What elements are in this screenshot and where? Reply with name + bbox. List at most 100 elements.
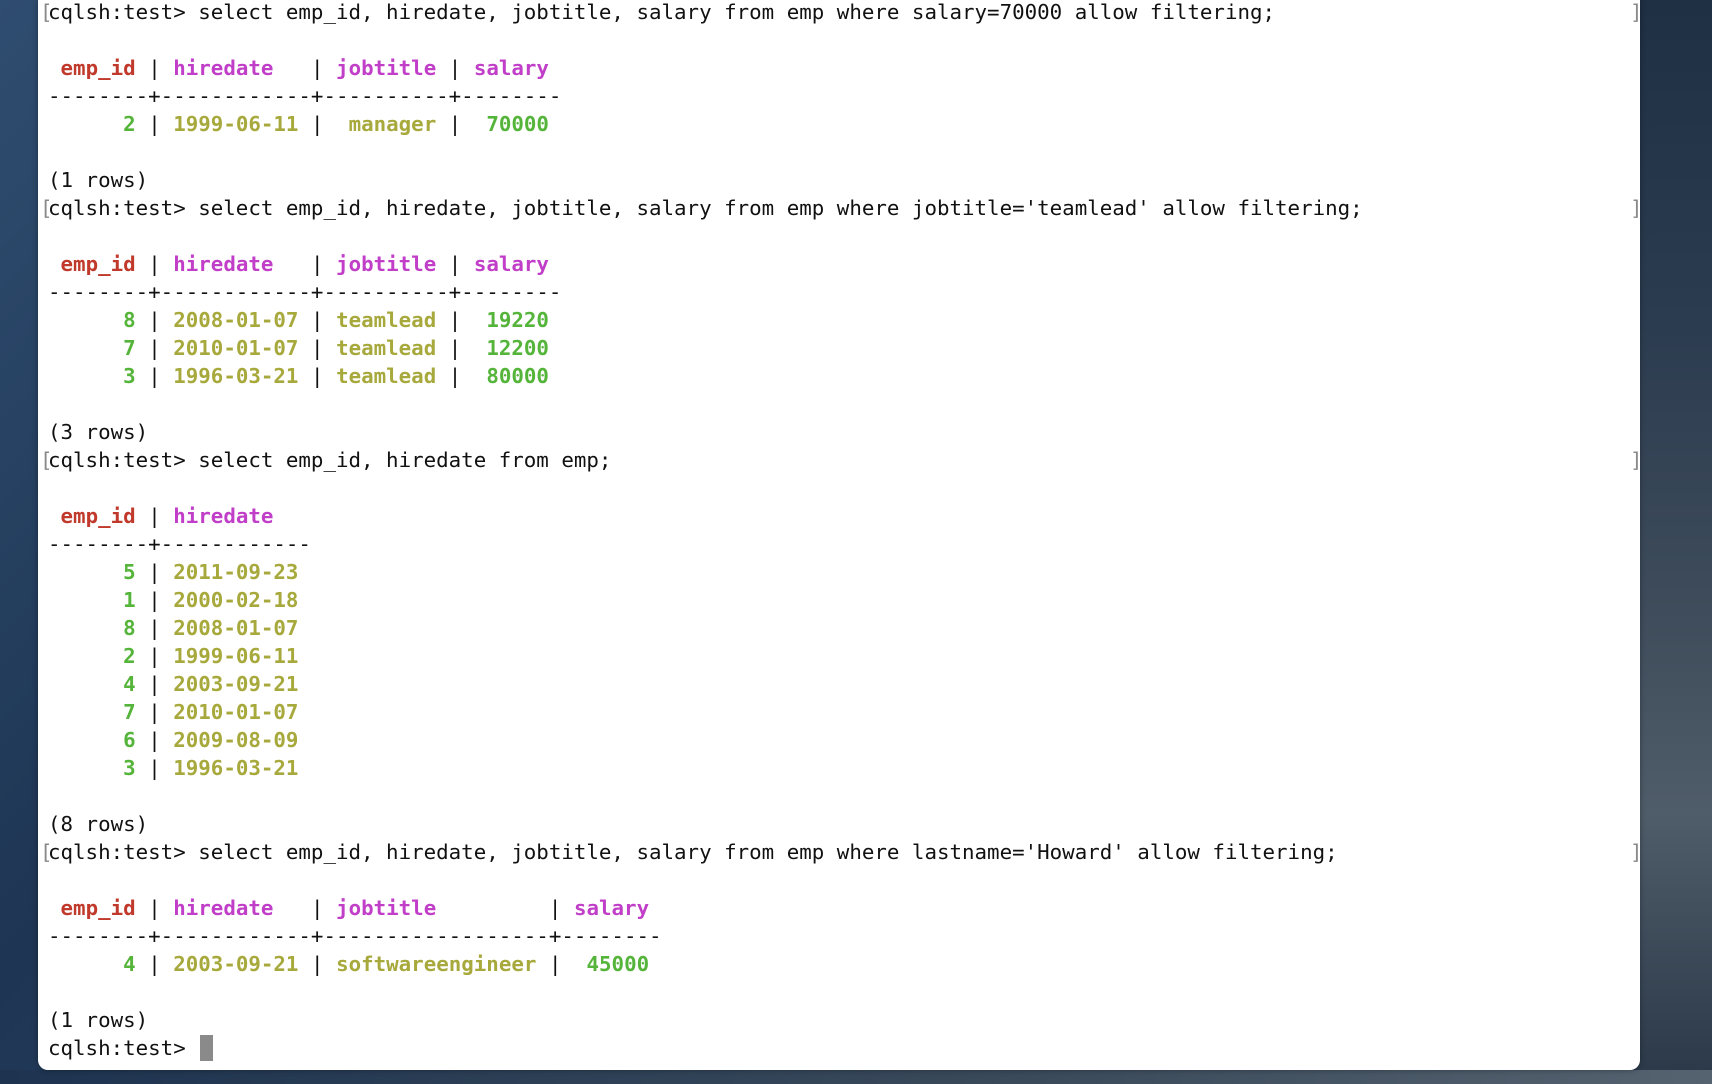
column-header-emp-id: emp_id xyxy=(60,896,136,920)
table-row: 5 | 2011-09-23 xyxy=(48,558,311,586)
cell-emp-id: 3 xyxy=(123,756,136,780)
column-header-emp-id: emp_id xyxy=(60,504,136,528)
command-line: cqlsh:test> select emp_id, hiredate from… xyxy=(40,446,612,474)
column-separator: | xyxy=(548,952,562,976)
row-count: (1 rows) xyxy=(48,166,148,194)
table-separator: --------+------------+------------------… xyxy=(48,922,662,950)
separator-line: --------+------------+----------+-------… xyxy=(48,280,562,304)
command-line: cqlsh:test> select emp_id, hiredate, job… xyxy=(40,0,1276,26)
column-separator: | xyxy=(148,560,161,584)
column-separator: | xyxy=(148,504,161,528)
command-text: select emp_id, hiredate, jobtitle, salar… xyxy=(198,0,1276,24)
cell-emp-id: 4 xyxy=(123,672,136,696)
column-separator: | xyxy=(148,644,161,668)
column-separator: | xyxy=(311,952,324,976)
cell-emp-id: 5 xyxy=(123,560,136,584)
desktop-background-bottom xyxy=(0,1070,1712,1084)
prompt-text: cqlsh:test> xyxy=(48,196,199,220)
row-count-text: (1 rows) xyxy=(48,1008,149,1032)
table-separator: --------+------------ xyxy=(48,530,311,558)
column-separator: | xyxy=(148,756,161,780)
command-text: select emp_id, hiredate, jobtitle, salar… xyxy=(198,196,1363,220)
column-separator: | xyxy=(448,336,462,360)
cell-jobtitle: softwareengineer xyxy=(336,952,537,976)
prompt-bracket-left: [ xyxy=(40,448,53,472)
cell-hiredate: 2010-01-07 xyxy=(173,700,299,724)
command-text: select emp_id, hiredate from emp; xyxy=(198,448,612,472)
cell-hiredate: 2008-01-07 xyxy=(173,308,299,332)
table-row: 4 | 2003-09-21 xyxy=(48,670,311,698)
prompt-bracket-right: ] xyxy=(1630,446,1640,474)
column-separator: | xyxy=(311,112,324,136)
separator-line: --------+------------+----------+-------… xyxy=(48,84,562,108)
row-count-text: (3 rows) xyxy=(48,420,149,444)
prompt-bracket-left: [ xyxy=(40,840,53,864)
column-header-jobtitle: jobtitle xyxy=(336,896,437,920)
prompt-text: cqlsh:test> xyxy=(48,840,199,864)
cell-hiredate: 1996-03-21 xyxy=(173,364,299,388)
prompt-bracket-left: [ xyxy=(40,196,53,220)
column-header-salary: salary xyxy=(473,56,549,80)
row-count: (1 rows) xyxy=(48,1006,148,1034)
column-separator: | xyxy=(148,308,161,332)
cell-salary: 19220 xyxy=(486,308,549,332)
cell-jobtitle: teamlead xyxy=(336,308,437,332)
cell-hiredate: 2010-01-07 xyxy=(173,336,299,360)
table-row: 8 | 2008-01-07 | teamlead | 19220 xyxy=(48,306,549,334)
cell-emp-id: 2 xyxy=(123,112,136,136)
column-separator: | xyxy=(148,112,161,136)
table-row: 4 | 2003-09-21 | softwareengineer | 4500… xyxy=(48,950,649,978)
cell-hiredate: 2003-09-21 xyxy=(173,672,299,696)
text-cursor[interactable] xyxy=(200,1035,214,1061)
column-header-salary: salary xyxy=(473,252,549,276)
cell-emp-id: 4 xyxy=(123,952,136,976)
column-separator: | xyxy=(448,56,462,80)
prompt-bracket-right: ] xyxy=(1630,838,1640,866)
cell-salary: 45000 xyxy=(586,952,650,976)
desktop-background-right xyxy=(1636,0,1712,1084)
cell-hiredate: 1999-06-11 xyxy=(173,112,299,136)
column-header-emp-id: emp_id xyxy=(60,252,136,276)
command-text: select emp_id, hiredate, jobtitle, salar… xyxy=(198,840,1338,864)
row-count: (3 rows) xyxy=(48,418,148,446)
column-separator: | xyxy=(148,952,161,976)
cell-jobtitle: teamlead xyxy=(336,336,437,360)
column-separator: | xyxy=(448,308,462,332)
column-separator: | xyxy=(310,56,324,80)
table-row: 3 | 1996-03-21 xyxy=(48,754,311,782)
terminal-window[interactable]: cqlsh:test> select emp_id, hiredate, job… xyxy=(38,0,1640,1070)
column-header-salary: salary xyxy=(573,896,650,920)
separator-line: --------+------------ xyxy=(48,532,311,556)
table-row: 8 | 2008-01-07 xyxy=(48,614,311,642)
column-separator: | xyxy=(148,336,161,360)
row-count-text: (8 rows) xyxy=(48,812,149,836)
column-header-hiredate: hiredate xyxy=(173,504,274,528)
table-row: 6 | 2009-08-09 xyxy=(48,726,311,754)
cell-hiredate: 2009-08-09 xyxy=(173,728,299,752)
column-separator: | xyxy=(148,56,161,80)
table-row: 1 | 2000-02-18 xyxy=(48,586,311,614)
column-header-hiredate: hiredate xyxy=(173,252,274,276)
cell-hiredate: 1996-03-21 xyxy=(173,756,299,780)
prompt-bracket-left: [ xyxy=(40,0,53,24)
cell-hiredate: 2000-02-18 xyxy=(173,588,299,612)
column-header-hiredate: hiredate xyxy=(173,896,274,920)
cell-hiredate: 1999-06-11 xyxy=(173,644,299,668)
column-separator: | xyxy=(148,896,161,920)
table-header: emp_id | hiredate | jobtitle | salary xyxy=(48,894,650,922)
column-separator: | xyxy=(448,112,462,136)
prompt-text: cqlsh:test> xyxy=(48,448,199,472)
cell-jobtitle: teamlead xyxy=(336,364,437,388)
command-line: cqlsh:test> select emp_id, hiredate, job… xyxy=(40,194,1363,222)
cell-jobtitle: manager xyxy=(348,112,437,136)
table-row: 3 | 1996-03-21 | teamlead | 80000 xyxy=(48,362,549,390)
prompt-bracket-right: ] xyxy=(1630,194,1640,222)
row-count-text: (1 rows) xyxy=(48,168,149,192)
cell-salary: 12200 xyxy=(486,336,549,360)
cell-emp-id: 7 xyxy=(123,336,136,360)
row-count: (8 rows) xyxy=(48,810,148,838)
prompt-text: cqlsh:test> xyxy=(48,0,199,24)
column-separator: | xyxy=(448,364,462,388)
cell-emp-id: 1 xyxy=(123,588,136,612)
cell-emp-id: 6 xyxy=(123,728,136,752)
